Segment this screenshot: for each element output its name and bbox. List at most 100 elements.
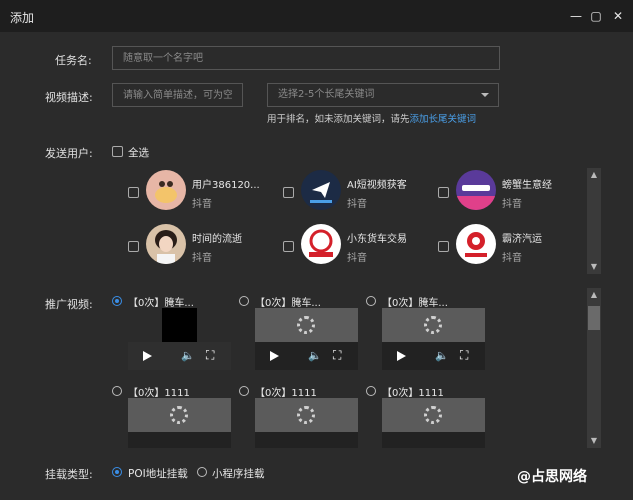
user-checkbox[interactable]	[283, 187, 294, 198]
promo-video-label: 推广视频:	[45, 298, 93, 311]
user-platform: 抖音	[347, 253, 367, 264]
video-radio[interactable]	[366, 296, 376, 306]
maximize-icon[interactable]: ▢	[588, 8, 604, 24]
scroll-up-icon[interactable]: ▲	[588, 289, 600, 301]
keyword-select-text: 选择2-5个长尾关键词	[278, 89, 375, 100]
minimize-icon[interactable]: —	[568, 8, 584, 24]
fullscreen-icon[interactable]: ⛶	[333, 348, 341, 363]
video-title: 【0次】腌车...	[128, 298, 194, 309]
task-name-label: 任务名:	[55, 54, 92, 67]
scroll-thumb[interactable]	[588, 306, 600, 330]
user-item[interactable]: 时间的流逝 抖音	[118, 222, 268, 267]
user-checkbox[interactable]	[128, 241, 139, 252]
user-name: 时间的流逝	[192, 234, 242, 245]
mount-poi-label: POI地址挂载	[128, 468, 188, 480]
close-icon[interactable]: ✕	[610, 8, 626, 24]
user-platform: 抖音	[502, 253, 522, 264]
fullscreen-icon[interactable]: ⛶	[206, 348, 214, 363]
play-icon[interactable]	[397, 351, 406, 361]
video-thumbnail	[162, 308, 197, 342]
avatar	[456, 170, 496, 210]
loading-spinner-icon	[297, 406, 315, 424]
scroll-up-icon[interactable]: ▲	[588, 169, 600, 181]
loading-spinner-icon	[424, 316, 442, 334]
video-radio[interactable]	[112, 296, 122, 306]
avatar	[146, 224, 186, 264]
user-platform: 抖音	[502, 199, 522, 210]
scroll-down-icon[interactable]: ▼	[588, 261, 600, 273]
video-player[interactable]	[255, 398, 358, 448]
user-name: 螃蟹生意经	[502, 180, 552, 191]
volume-icon[interactable]: 🔈	[181, 349, 195, 362]
keyword-hint-text: 用于排名，如未添加关键词，请先	[267, 114, 410, 125]
avatar	[146, 170, 186, 210]
video-player[interactable]: 🔈 ⛶	[382, 308, 485, 370]
user-list-scrollbar[interactable]: ▲ ▼	[587, 168, 601, 274]
video-player[interactable]: 🔈 ⛶	[255, 308, 358, 370]
video-title: 【0次】1111	[382, 388, 444, 399]
chevron-down-icon	[481, 93, 489, 97]
video-controls	[382, 432, 485, 448]
user-list: 用户386120... 抖音 AI短视频获客 抖音 螃蟹生意经 抖音 时间的流逝…	[118, 168, 603, 274]
add-keyword-link[interactable]: 添加长尾关键词	[410, 114, 477, 125]
user-platform: 抖音	[192, 199, 212, 210]
keyword-select[interactable]: 选择2-5个长尾关键词	[267, 83, 499, 107]
avatar	[301, 170, 341, 210]
send-users-label: 发送用户:	[45, 147, 93, 160]
task-name-input[interactable]	[112, 46, 500, 70]
volume-icon[interactable]: 🔈	[308, 349, 322, 362]
play-icon[interactable]	[143, 351, 152, 361]
mount-miniapp-radio[interactable]	[197, 467, 207, 477]
video-controls	[255, 432, 358, 448]
mount-miniapp-label: 小程序挂载	[212, 468, 265, 480]
video-controls: 🔈 ⛶	[255, 342, 358, 370]
keyword-hint: 用于排名，如未添加关键词，请先添加长尾关键词	[267, 111, 476, 125]
video-title: 【0次】腌车...	[255, 298, 321, 309]
video-desc-input[interactable]	[112, 83, 243, 107]
mount-poi-radio[interactable]	[112, 467, 122, 477]
volume-icon[interactable]: 🔈	[435, 349, 449, 362]
video-desc-label: 视频描述:	[45, 91, 93, 104]
video-title: 【0次】腌车...	[382, 298, 448, 309]
user-checkbox[interactable]	[128, 187, 139, 198]
video-player[interactable]: 🔈 ⛶	[128, 308, 231, 370]
window-title: 添加	[10, 11, 35, 25]
user-platform: 抖音	[192, 253, 212, 264]
watermark: @占思网络	[517, 469, 587, 485]
select-all-label: 全选	[128, 147, 149, 159]
video-controls	[128, 432, 231, 448]
loading-spinner-icon	[424, 406, 442, 424]
play-icon[interactable]	[270, 351, 279, 361]
user-checkbox[interactable]	[283, 241, 294, 252]
video-list-scrollbar[interactable]: ▲ ▼	[587, 288, 601, 448]
video-controls: 🔈 ⛶	[128, 342, 231, 370]
video-title: 【0次】1111	[255, 388, 317, 399]
video-radio[interactable]	[112, 386, 122, 396]
video-player[interactable]	[128, 398, 231, 448]
fullscreen-icon[interactable]: ⛶	[460, 348, 468, 363]
user-checkbox[interactable]	[438, 187, 449, 198]
user-item[interactable]: AI短视频获客 抖音	[273, 168, 423, 213]
video-player[interactable]	[382, 398, 485, 448]
user-item[interactable]: 小东货车交易 抖音	[273, 222, 423, 267]
scroll-down-icon[interactable]: ▼	[588, 435, 600, 447]
user-name: 用户386120...	[192, 180, 260, 191]
loading-spinner-icon	[170, 406, 188, 424]
user-item[interactable]: 霸济汽运 抖音	[428, 222, 578, 267]
avatar	[456, 224, 496, 264]
video-radio[interactable]	[239, 296, 249, 306]
video-radio[interactable]	[366, 386, 376, 396]
user-name: AI短视频获客	[347, 180, 407, 191]
select-all-checkbox[interactable]	[112, 146, 123, 157]
mount-type-label: 挂载类型:	[45, 468, 93, 481]
user-name: 小东货车交易	[347, 234, 407, 245]
title-bar: 添加 — ▢ ✕	[0, 0, 633, 32]
video-title: 【0次】1111	[128, 388, 190, 399]
video-radio[interactable]	[239, 386, 249, 396]
user-item[interactable]: 螃蟹生意经 抖音	[428, 168, 578, 213]
avatar	[301, 224, 341, 264]
loading-spinner-icon	[297, 316, 315, 334]
user-checkbox[interactable]	[438, 241, 449, 252]
user-item[interactable]: 用户386120... 抖音	[118, 168, 268, 213]
user-name: 霸济汽运	[502, 234, 542, 245]
